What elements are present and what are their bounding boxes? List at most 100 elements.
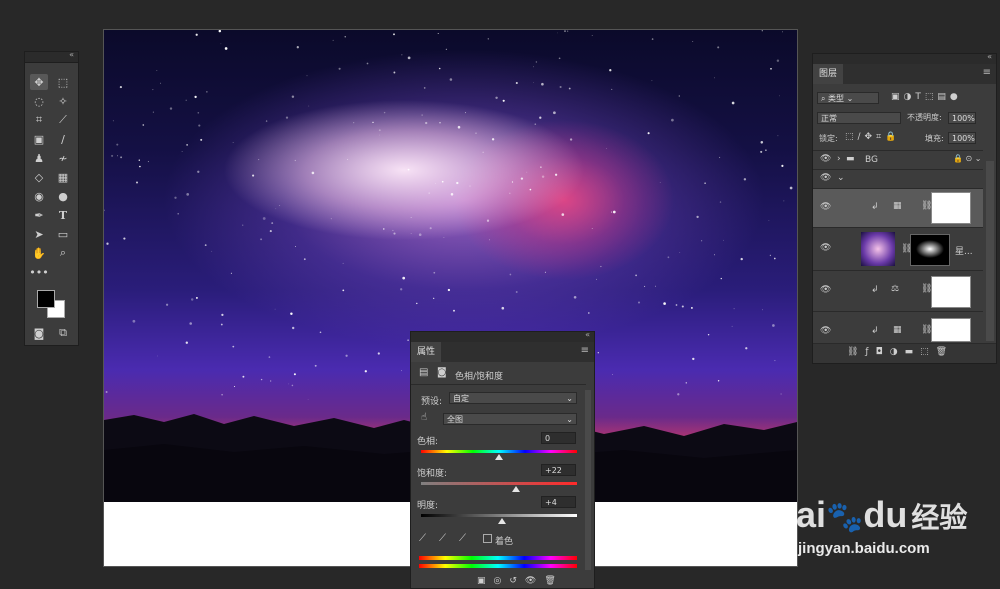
visibility-eye-icon[interactable]: 👁 — [820, 202, 831, 212]
subtract-eyedropper-icon[interactable]: ⟋ — [459, 533, 466, 544]
magic-wand-icon[interactable]: ✧ — [54, 93, 72, 109]
move-tool-icon[interactable]: ✥ — [30, 74, 48, 90]
mask-icon[interactable]: ◙ — [437, 367, 447, 378]
blend-mode-value: 正常 — [821, 114, 837, 123]
path-selection-icon[interactable]: ➤ — [30, 226, 48, 242]
expand-chevron-icon[interactable]: › — [837, 154, 841, 164]
hand-tool-icon[interactable]: ✋ — [30, 245, 48, 261]
clone-stamp-icon[interactable]: ♟ — [30, 150, 48, 166]
channel-select[interactable]: 全图 ⌄ — [443, 413, 577, 425]
targeted-adjustment-icon[interactable]: ☝ — [421, 412, 427, 423]
lasso-tool-icon[interactable]: ◌ — [30, 93, 48, 109]
dodge-tool-icon[interactable]: ● — [54, 188, 72, 204]
more-tools-icon[interactable]: ••• — [29, 264, 48, 280]
panel-menu-icon[interactable]: ≡ — [983, 67, 991, 78]
adjustment-icon: ▦ — [893, 325, 902, 335]
layer-thumbnail[interactable] — [861, 232, 895, 266]
pen-tool-icon[interactable]: ✒ — [30, 207, 48, 223]
layer-filter-select[interactable]: ⌕ 类型 ⌄ — [817, 92, 879, 104]
blend-mode-select[interactable]: 正常 — [817, 112, 901, 124]
collapse-icon[interactable]: « — [585, 330, 590, 339]
tools-panel-header[interactable]: « — [25, 50, 78, 63]
screen-mode-icon[interactable]: ⧉ — [54, 325, 72, 341]
properties-panel: « 属性 ≡ ▤ ◙ 色相/饱和度 预设: 自定 ⌄ ☝ 全图 ⌄ 色相: 0 饱和… — [410, 330, 595, 589]
preset-label: 预设: — [421, 397, 443, 407]
healing-brush-icon[interactable]: ▣ — [30, 131, 48, 147]
hue-slider-knob[interactable] — [495, 454, 503, 460]
lightness-input[interactable]: +4 — [541, 496, 576, 508]
fill-input[interactable]: 100% — [948, 132, 976, 144]
adjustment-title: 色相/饱和度 — [455, 372, 504, 382]
watermark-brand: Bai — [770, 494, 827, 535]
crop-tool-icon[interactable]: ⌗ — [30, 112, 48, 128]
visibility-eye-icon[interactable]: 👁 — [820, 243, 831, 253]
preset-value: 自定 — [453, 394, 469, 403]
clip-arrow-icon: ↲ — [871, 326, 879, 336]
visibility-eye-icon[interactable]: 👁 — [820, 326, 831, 336]
adjustment-layer-icon[interactable]: ▤ — [419, 367, 428, 378]
blur-tool-icon[interactable]: ◉ — [30, 188, 48, 204]
layers-footer: ⛓ƒ◘◑▬⬚🗑 — [813, 343, 996, 363]
layer-mask-thumbnail[interactable] — [931, 276, 971, 308]
layers-scrollbar[interactable] — [986, 161, 994, 341]
hue-slider[interactable] — [421, 450, 577, 453]
rectangle-tool-icon[interactable]: ▭ — [54, 226, 72, 242]
add-eyedropper-icon[interactable]: ⟋ — [439, 533, 446, 544]
layer-hue-saturation[interactable]: 👁 ↲ ▦ ⛓ — [813, 188, 983, 227]
layer-group-bg[interactable]: 👁 › ▬ BG 🔒 ⊙ ⌄ — [813, 150, 983, 169]
layer-name: BG — [865, 155, 878, 165]
eyedropper-tool-icon[interactable]: ⟋ — [54, 112, 72, 128]
layer-color-balance[interactable]: 👁 ↲ ⚖ ⛓ — [813, 270, 983, 311]
panel-action-icons[interactable]: ▣◎↺👁🗑 — [477, 576, 564, 586]
collapse-icon[interactable]: « — [987, 52, 992, 61]
layer-mask-thumbnail[interactable] — [931, 192, 971, 224]
collapse-icon[interactable]: « — [69, 50, 74, 59]
hue-input[interactable]: 0 — [541, 432, 576, 444]
layer-group-expanded[interactable]: 👁 ⌄ — [813, 169, 983, 188]
preset-select[interactable]: 自定 ⌄ — [449, 392, 577, 404]
gradient-tool-icon[interactable]: ▦ — [54, 169, 72, 185]
layer-nebula[interactable]: 👁 ⛓ 星... — [813, 227, 983, 270]
eraser-tool-icon[interactable]: ◇ — [30, 169, 48, 185]
quick-mask-icon[interactable]: ◙ — [30, 325, 48, 341]
brush-tool-icon[interactable]: ∕ — [54, 131, 72, 147]
properties-panel-header[interactable]: « — [411, 330, 594, 342]
properties-scrollbar[interactable] — [585, 390, 591, 570]
visibility-eye-icon[interactable]: 👁 — [820, 154, 831, 164]
visibility-eye-icon[interactable]: 👁 — [820, 173, 831, 183]
history-brush-icon[interactable]: ≁ — [54, 150, 72, 166]
marquee-tool-icon[interactable]: ⬚ — [54, 74, 72, 90]
foreground-color-swatch[interactable] — [37, 290, 55, 308]
opacity-label: 不透明度: — [907, 113, 942, 122]
colorize-checkbox[interactable] — [483, 534, 492, 543]
layer-mask-thumbnail[interactable] — [910, 234, 950, 266]
saturation-label: 饱和度: — [417, 469, 448, 479]
saturation-slider-knob[interactable] — [512, 486, 521, 492]
panel-menu-icon[interactable]: ≡ — [581, 345, 589, 356]
output-color-bar — [419, 564, 577, 568]
zoom-tool-icon[interactable]: ⌕ — [54, 245, 72, 261]
lightness-slider[interactable] — [421, 514, 577, 517]
watermark-cn: 经验 — [911, 502, 968, 533]
saturation-input[interactable]: +22 — [541, 464, 576, 476]
lock-icon: 🔒 ⊙ ⌄ — [953, 154, 982, 163]
layer-adjustment[interactable]: 👁 ↲ ▦ ⛓ — [813, 311, 983, 342]
channel-value: 全图 — [447, 415, 463, 424]
opacity-input[interactable]: 100% — [948, 112, 976, 124]
layer-mask-thumbnail[interactable] — [931, 318, 971, 342]
visibility-eye-icon[interactable]: 👁 — [820, 285, 831, 295]
type-tool-icon[interactable]: T — [54, 207, 72, 223]
baidu-logo: Bai🐾du 经验 — [770, 494, 967, 536]
layers-panel-header[interactable]: « — [813, 52, 996, 64]
collapse-chevron-icon[interactable]: ⌄ — [837, 173, 845, 183]
eyedropper-icon[interactable]: ⟋ — [419, 533, 426, 544]
layer-action-icons[interactable]: ⛓ƒ◘◑▬⬚🗑 — [847, 347, 954, 357]
lightness-slider-knob[interactable] — [498, 518, 507, 524]
filter-icons[interactable]: ▣◑T⬚▤● — [891, 92, 962, 102]
lock-icons[interactable]: ⬚∕✥⌗🔒 — [845, 132, 900, 142]
tools-panel: « ✥ ⬚ ◌ ✧ ⌗ ⟋ ▣ ∕ ♟ ≁ ◇ ▦ ◉ ● ✒ T ➤ ▭ ✋ … — [24, 50, 79, 346]
tab-layers[interactable]: 图层 — [813, 64, 844, 84]
layers-panel: « 图层 ≡ ⌕ 类型 ⌄ ▣◑T⬚▤● 正常 不透明度: 100% 锁定: ⬚… — [812, 52, 997, 364]
tab-properties[interactable]: 属性 — [411, 342, 442, 362]
saturation-slider[interactable] — [421, 482, 577, 485]
